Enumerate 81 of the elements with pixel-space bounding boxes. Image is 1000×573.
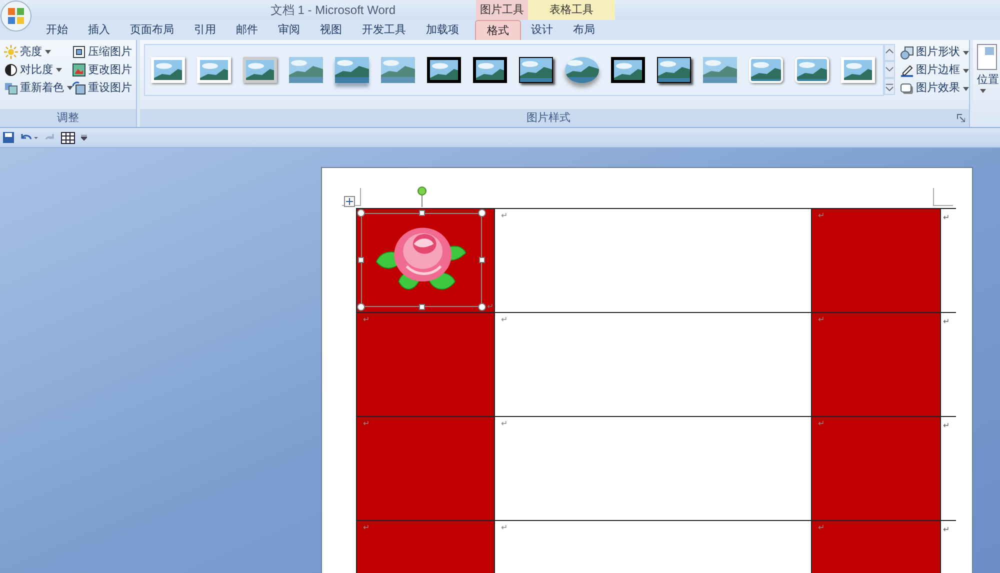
resize-handle[interactable] — [479, 257, 485, 263]
pencil-icon — [900, 64, 914, 78]
save-icon[interactable] — [3, 132, 14, 143]
shapes-icon — [900, 46, 914, 60]
ribbon-tab[interactable]: 审阅 — [268, 20, 310, 40]
ribbon-tab[interactable]: 页面布局 — [120, 20, 184, 40]
resize-handle[interactable] — [478, 209, 486, 217]
ribbon-tab[interactable]: 邮件 — [226, 20, 268, 40]
paragraph-mark: ↵ — [501, 316, 508, 324]
picture-style-option[interactable] — [471, 55, 509, 85]
caret-icon — [980, 88, 986, 92]
caret-icon — [963, 50, 969, 54]
ribbon-tab[interactable]: 开始 — [36, 20, 78, 40]
gallery-scroll-button[interactable] — [884, 78, 895, 95]
ribbon-button[interactable]: 重新着色 — [4, 79, 72, 97]
end-of-row-mark: ↵ — [942, 420, 950, 432]
ribbon-button[interactable]: 图片效果 — [900, 80, 969, 97]
change-picture-icon — [72, 63, 86, 77]
caret-icon — [67, 86, 73, 90]
reset-picture-icon — [72, 81, 86, 95]
ribbon-tab[interactable]: 视图 — [310, 20, 352, 40]
recolor-icon — [4, 81, 18, 95]
end-of-row-mark: ↵ — [942, 524, 950, 536]
resize-handle[interactable] — [357, 209, 365, 217]
paragraph-mark: ↵ — [501, 212, 508, 220]
resize-handle[interactable] — [418, 304, 424, 310]
ribbon-button[interactable]: 压缩图片 — [72, 43, 132, 61]
picture-style-option[interactable] — [609, 55, 647, 85]
paragraph-mark: ↵ — [818, 212, 825, 220]
resize-handle[interactable] — [418, 210, 424, 216]
contextual-tab-group: 图片工具 — [476, 0, 528, 20]
picture-style-option[interactable] — [517, 55, 555, 85]
contextual-tab-group: 表格工具 — [528, 0, 615, 20]
ribbon-tab[interactable]: 格式 — [475, 20, 521, 40]
ribbon-button[interactable]: 图片边框 — [900, 62, 969, 79]
caret-icon — [963, 68, 969, 72]
paragraph-mark: ↵ — [363, 316, 370, 324]
dialog-launcher-icon[interactable] — [957, 114, 965, 122]
contrast-icon — [4, 63, 18, 77]
scroll-arrow-icon — [885, 82, 894, 92]
table-move-handle[interactable] — [344, 196, 355, 207]
caret-icon — [56, 68, 62, 72]
gallery-scroll-button[interactable] — [884, 61, 895, 78]
paragraph-mark: ↵ — [501, 420, 508, 428]
ribbon-tab[interactable]: 布局 — [563, 20, 605, 40]
ribbon-tab[interactable]: 引用 — [184, 20, 226, 40]
ribbon-button[interactable]: 更改图片 — [72, 61, 132, 79]
picture-style-option[interactable] — [425, 55, 463, 85]
picture-style-option[interactable] — [655, 55, 693, 85]
ribbon-tab[interactable]: 加载项 — [416, 20, 469, 40]
ribbon-button[interactable]: 重设图片 — [72, 79, 132, 97]
ribbon-tab[interactable]: 开发工具 — [352, 20, 416, 40]
group-label: 调整 — [0, 109, 136, 127]
sun-icon — [4, 45, 18, 59]
resize-handle[interactable] — [478, 303, 486, 311]
table-icon[interactable] — [61, 132, 75, 144]
customize-icon[interactable] — [81, 134, 87, 140]
paragraph-mark: ↵ — [818, 316, 825, 324]
gallery-scroll-button[interactable] — [884, 44, 895, 61]
caret-icon — [963, 86, 969, 90]
resize-handle[interactable] — [358, 257, 364, 263]
window-title: 文档 1 - Microsoft Word — [269, 2, 397, 19]
paragraph-mark: ↵ — [487, 303, 494, 311]
paragraph-mark: ↵ — [501, 524, 508, 532]
ribbon-button[interactable]: 图片形状 — [900, 44, 969, 61]
paragraph-mark: ↵ — [818, 420, 825, 428]
group-label: 图片样式 — [526, 111, 570, 126]
ribbon-tab[interactable]: 插入 — [78, 20, 120, 40]
compress-icon — [72, 45, 86, 59]
caret-icon — [45, 50, 51, 54]
paragraph-mark: ↵ — [363, 524, 370, 532]
paragraph-mark: ↵ — [818, 524, 825, 532]
rotation-handle[interactable] — [417, 186, 427, 207]
end-of-row-mark: ↵ — [942, 316, 950, 328]
end-of-row-mark: ↵ — [942, 212, 950, 224]
paragraph-mark: ↵ — [363, 420, 370, 428]
ribbon-tab[interactable]: 设计 — [521, 20, 563, 40]
ribbon-button[interactable]: 对比度 — [4, 61, 72, 79]
ribbon-button[interactable]: 亮度 — [4, 43, 72, 61]
effects-icon — [900, 82, 914, 96]
resize-handle[interactable] — [357, 303, 365, 311]
